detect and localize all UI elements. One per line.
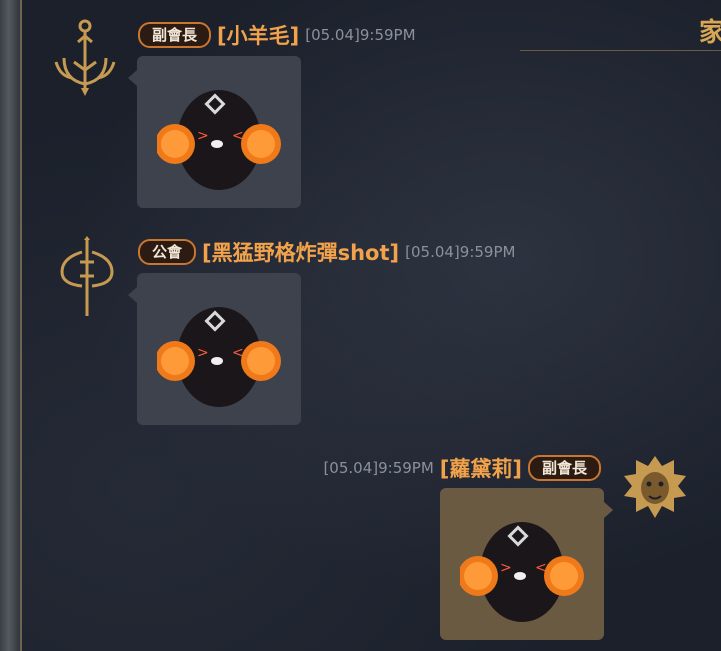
message-timestamp: [05.04]9:59PM (323, 459, 434, 477)
svg-text:>: > (197, 345, 209, 361)
sticker-bubble[interactable]: > < (128, 56, 301, 208)
title-divider (520, 50, 721, 51)
lion-head-emblem-icon[interactable] (620, 454, 690, 524)
sender-name[interactable]: [蘿黛莉] (440, 453, 522, 483)
svg-text:>: > (197, 128, 209, 144)
message-header: [05.04]9:59PM [蘿黛莉] 副會長 (323, 453, 601, 483)
role-badge: 副會長 (138, 22, 212, 48)
penguin-cheer-pompoms-sticker: > < (157, 90, 281, 190)
left-frame-edge (0, 0, 22, 651)
sender-name[interactable]: [黑猛野格炸彈shot] (202, 237, 399, 267)
role-badge: 副會長 (527, 455, 601, 481)
role-badge: 公會 (138, 239, 197, 265)
trident-emblem-icon[interactable] (50, 18, 120, 96)
message-timestamp: [05.04]9:59PM (405, 243, 516, 261)
penguin-cheer-pompoms-sticker: > < (157, 307, 281, 407)
penguin-cheer-pompoms-sticker: > < (460, 522, 584, 622)
sticker-bubble[interactable]: > < (128, 273, 301, 425)
sender-name[interactable]: [小羊毛] (217, 20, 299, 50)
sticker-bubble[interactable]: > < (440, 488, 613, 640)
panel-title: 家 (698, 18, 721, 48)
message-header: 副會長 [小羊毛] [05.04]9:59PM (138, 20, 416, 50)
message-timestamp: [05.04]9:59PM (305, 26, 416, 44)
message-header: 公會 [黑猛野格炸彈shot] [05.04]9:59PM (138, 237, 515, 267)
axe-emblem-icon[interactable] (54, 236, 124, 316)
svg-text:>: > (500, 560, 512, 576)
